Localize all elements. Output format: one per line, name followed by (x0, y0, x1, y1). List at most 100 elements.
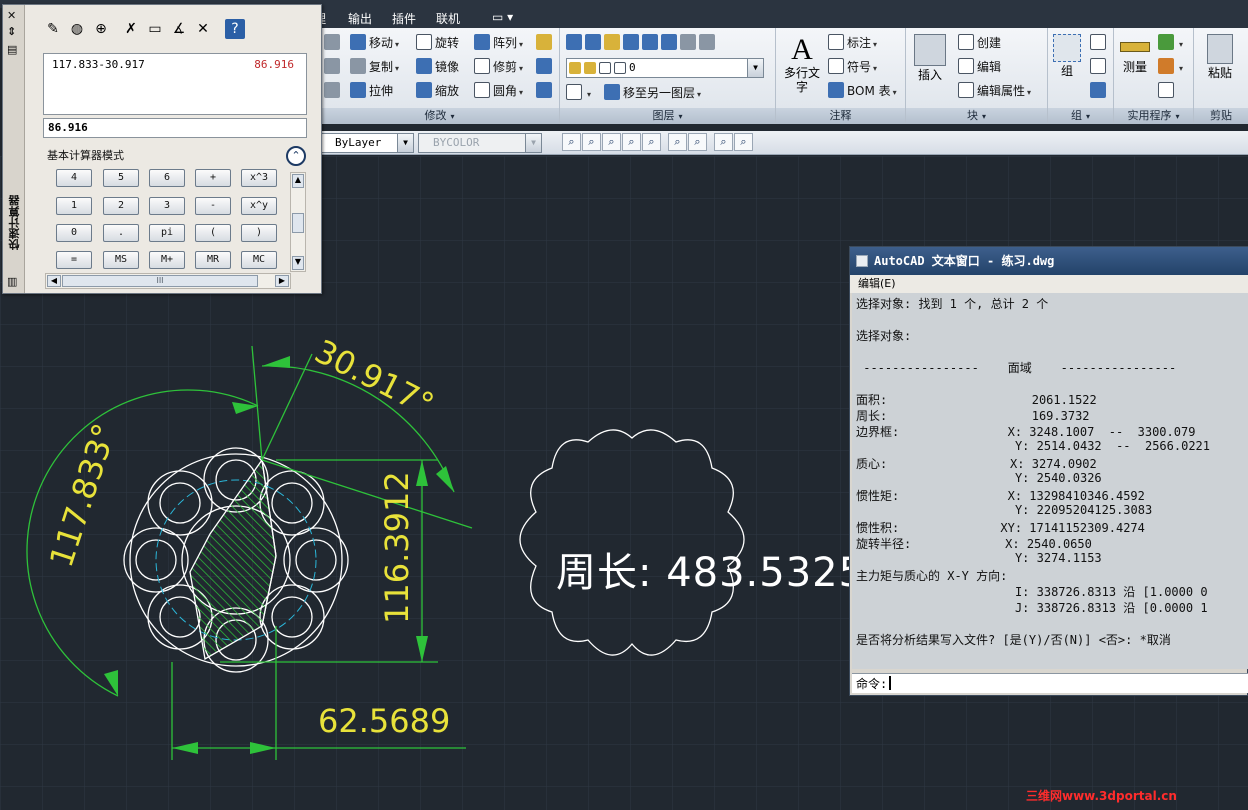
key-pi[interactable]: pi (149, 224, 185, 242)
scroll-up-icon[interactable]: ▲ (292, 174, 304, 188)
stretch-tool-partial-icon[interactable] (324, 82, 343, 99)
tab-output[interactable]: 输出 (348, 10, 372, 27)
key-6[interactable]: 6 (149, 169, 185, 187)
key-power[interactable]: x^y (241, 197, 277, 215)
paste-value-icon[interactable]: ⊕ (91, 19, 111, 39)
key-mr[interactable]: MR (195, 251, 231, 269)
layer-color-button[interactable]: ▾ (566, 84, 591, 103)
layer-previous-icon[interactable] (623, 34, 639, 50)
calculator-tool[interactable] (1158, 82, 1177, 99)
text-window-history[interactable]: 选择对象: 找到 1 个, 总计 2 个 选择对象: -------------… (852, 293, 1248, 669)
move-tool-partial-icon[interactable] (324, 34, 343, 51)
clear-icon[interactable]: ✎ (43, 19, 63, 39)
bom-button[interactable]: BOM 表 ▾ (828, 82, 897, 101)
key-mplus[interactable]: M+ (149, 251, 185, 269)
key-0[interactable]: 0 (56, 224, 92, 242)
command-line-input[interactable]: 命令: (852, 673, 1248, 693)
history-area[interactable]: 117.833-30.917 86.916 (43, 53, 307, 115)
layer-properties-icon[interactable] (566, 34, 582, 50)
keypad-horizontal-scrollbar[interactable]: ◀ III ▶ (45, 273, 291, 289)
erase-tool[interactable] (536, 34, 555, 51)
copy-tool-partial-icon[interactable] (324, 58, 343, 75)
layer-state-icon[interactable] (585, 34, 601, 50)
help-icon[interactable]: ? (225, 19, 245, 39)
measure-button[interactable]: 测量 (1116, 38, 1154, 74)
distance-icon[interactable]: ▭ (145, 19, 165, 39)
group-button[interactable]: 组 (1050, 34, 1084, 78)
zoom-out-icon[interactable]: ⌕ (688, 133, 707, 151)
zoom-in-icon[interactable]: ⌕ (668, 133, 687, 151)
group-select-tool[interactable] (1090, 82, 1109, 99)
key-equals[interactable]: = (56, 251, 92, 269)
hscroll-thumb[interactable]: III (62, 275, 258, 287)
zoom-center-icon[interactable]: ⌕ (622, 133, 641, 151)
menu-edit[interactable]: 编辑(E) (858, 277, 896, 290)
stretch-button[interactable]: 拉伸 (350, 82, 393, 99)
dimension-button[interactable]: 标注 ▾ (828, 34, 877, 53)
history-result[interactable]: 86.916 (254, 58, 294, 71)
linetype-dropdown[interactable]: ByLayer ▼ (320, 133, 414, 153)
ribbon-options-icon[interactable]: ▭ ▾ (492, 10, 513, 24)
history-expression[interactable]: 117.833-30.917 (52, 58, 145, 71)
tab-plugins[interactable]: 插件 (392, 10, 416, 27)
plotstyle-dropdown[interactable]: BYCOLOR ▼ (418, 133, 542, 153)
magnet-tool[interactable]: ▾ (1158, 58, 1183, 77)
dim-vertical[interactable]: 116.3912 (378, 471, 416, 624)
scroll-right-icon[interactable]: ▶ (275, 275, 289, 287)
move-to-layer-button[interactable]: 移至另一图层 ▾ (604, 84, 701, 103)
offset-tool[interactable] (536, 82, 555, 99)
zoom-all-icon[interactable]: ⌕ (714, 133, 733, 151)
zoom-dynamic-icon[interactable]: ⌕ (582, 133, 601, 151)
mirror-button[interactable]: 镜像 (416, 58, 459, 75)
scroll-thumb[interactable] (292, 213, 304, 233)
text-window-titlebar[interactable]: AutoCAD 文本窗口 - 练习.dwg (850, 247, 1248, 275)
group-edit-tool[interactable] (1090, 58, 1109, 75)
properties-icon[interactable]: ▤ (7, 43, 17, 56)
zoom-extents-icon[interactable]: ⌕ (734, 133, 753, 151)
key-2[interactable]: 2 (103, 197, 139, 215)
layers-panel-title[interactable]: 图层 ▾ (560, 108, 775, 124)
ungroup-tool[interactable] (1090, 34, 1109, 51)
collapse-icon[interactable]: ⌃ (286, 146, 306, 166)
keypad-vertical-scrollbar[interactable]: ▲ ▼ (290, 172, 306, 272)
autohide-icon[interactable]: ⇕ (7, 25, 16, 38)
utilities-panel-title[interactable]: 实用程序 ▾ (1114, 108, 1193, 124)
palette-menu-icon[interactable]: ▥ (7, 275, 17, 288)
perimeter-text[interactable]: 周长: 483.5325 (556, 540, 865, 598)
create-block-button[interactable]: 创建 (958, 34, 1001, 51)
scroll-down-icon[interactable]: ▼ (292, 256, 304, 270)
key-open-paren[interactable]: ( (195, 224, 231, 242)
group-panel-title[interactable]: 组 ▾ (1048, 108, 1113, 124)
layer-off-icon[interactable] (699, 34, 715, 50)
dim-horizontal[interactable]: 62.5689 (318, 702, 450, 740)
edit-block-button[interactable]: 编辑 (958, 58, 1001, 75)
fillet-button[interactable]: 圆角 ▾ (474, 82, 523, 101)
paste-button[interactable]: 粘贴 (1200, 34, 1240, 80)
intersection-icon[interactable]: ✕ (193, 19, 213, 39)
get-coordinates-icon[interactable]: ✗ (121, 19, 141, 39)
quick-select-tool[interactable]: ▾ (1158, 34, 1183, 53)
layer-unisolate-icon[interactable] (661, 34, 677, 50)
key-decimal[interactable]: . (103, 224, 139, 242)
calculator-input[interactable]: 86.916 (43, 118, 307, 138)
layer-freeze-icon[interactable] (680, 34, 696, 50)
block-panel-title[interactable]: 块 ▾ (906, 108, 1047, 124)
key-close-paren[interactable]: ) (241, 224, 277, 242)
scale-button[interactable]: 缩放 (416, 82, 459, 99)
key-mc[interactable]: MC (241, 251, 277, 269)
clear-history-icon[interactable]: ◍ (67, 19, 87, 39)
array-button[interactable]: 阵列 ▾ (474, 34, 523, 53)
layer-dropdown[interactable]: 0 ▼ (566, 58, 764, 78)
modify-panel-title[interactable]: 修改 ▾ (320, 108, 559, 124)
key-minus[interactable]: - (195, 197, 231, 215)
scroll-left-icon[interactable]: ◀ (47, 275, 61, 287)
key-3[interactable]: 3 (149, 197, 185, 215)
zoom-object-icon[interactable]: ⌕ (642, 133, 661, 151)
tab-online[interactable]: 联机 (436, 10, 460, 27)
zoom-window-icon[interactable]: ⌕ (562, 133, 581, 151)
mtext-button[interactable]: A 多行文字 (782, 34, 822, 95)
key-1[interactable]: 1 (56, 197, 92, 215)
explode-tool[interactable] (536, 58, 555, 75)
rotate-button[interactable]: 旋转 (416, 34, 459, 51)
key-ms[interactable]: MS (103, 251, 139, 269)
